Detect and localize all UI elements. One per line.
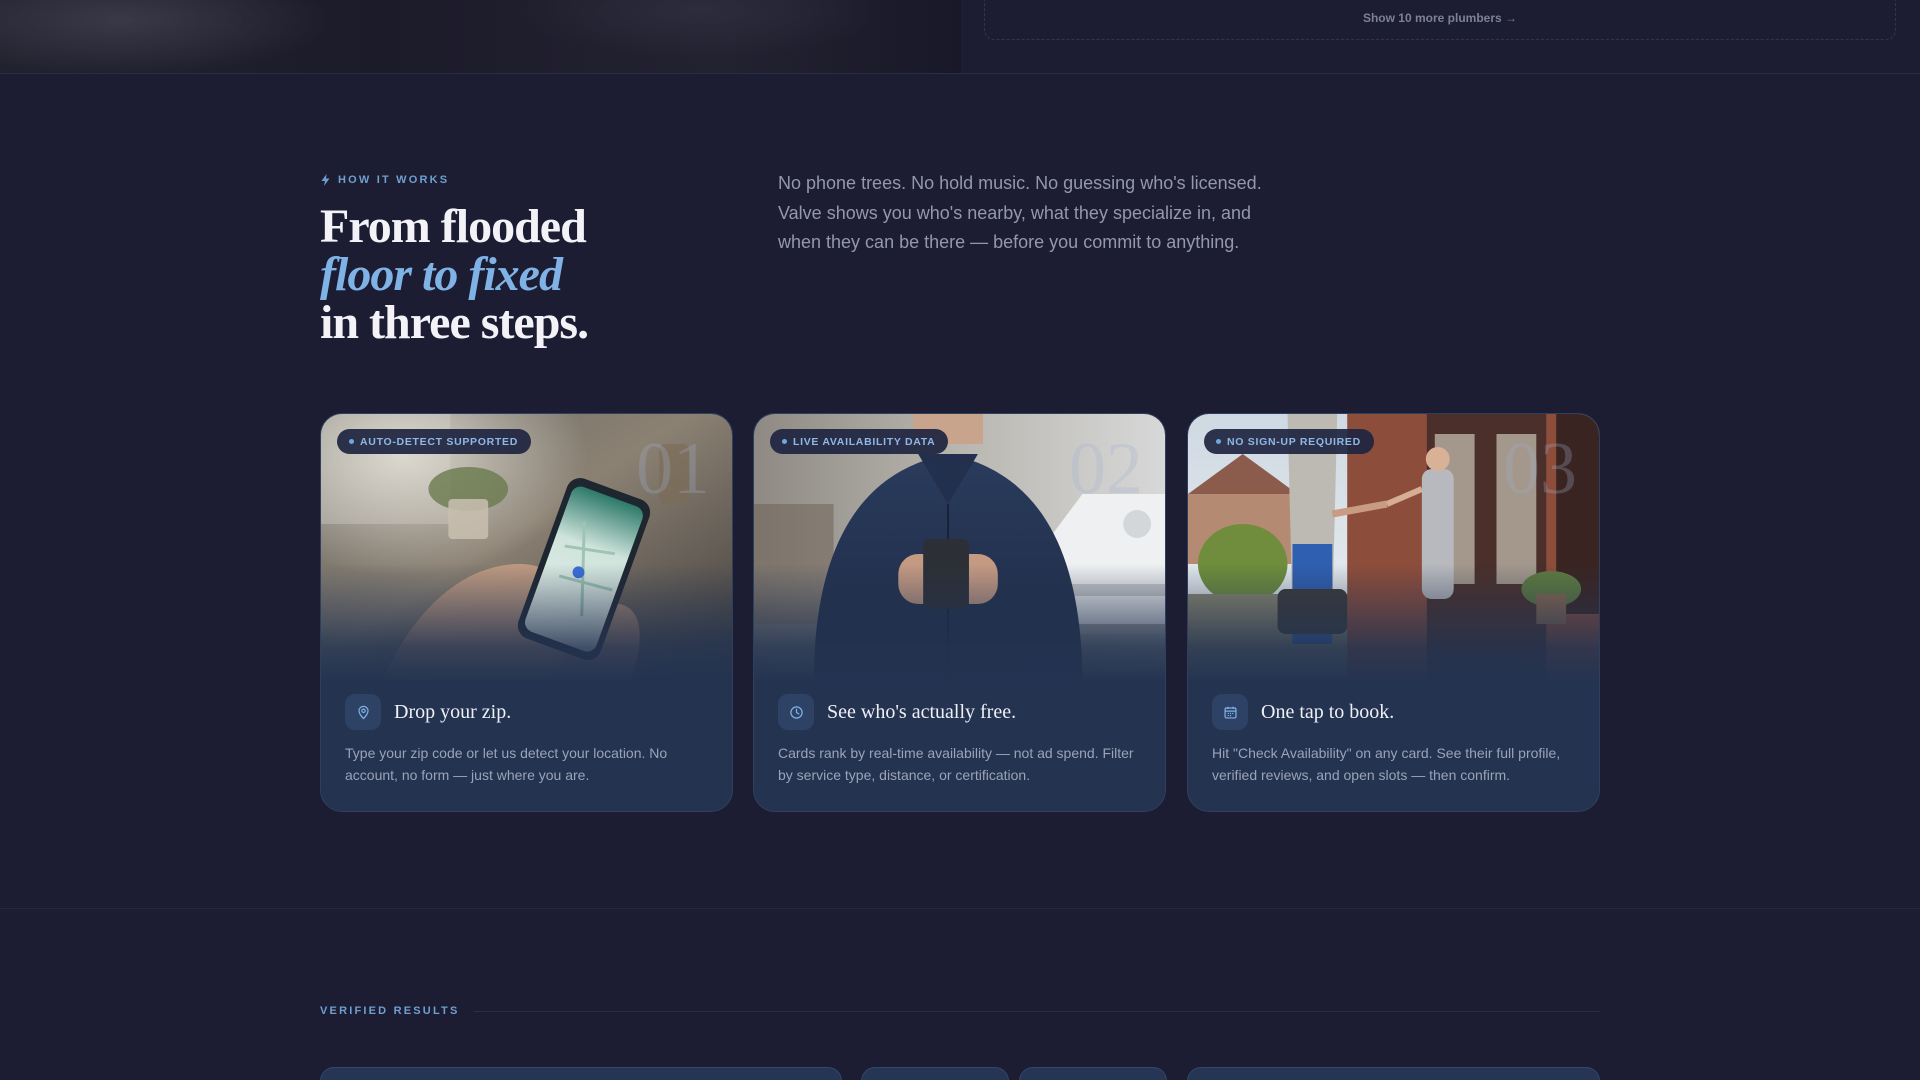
step-3-badge: NO SIGN-UP REQUIRED: [1204, 429, 1374, 454]
clock-icon: [778, 694, 814, 730]
result-card-peek-3: [1019, 1067, 1167, 1080]
verified-results-header: VERIFIED RESULTS: [320, 1005, 1600, 1017]
step-1-title: Drop your zip.: [394, 700, 512, 723]
headline-line-2: floor to fixed: [320, 248, 563, 301]
steps-cards: AUTO-DETECT SUPPORTED 01 Drop your zip. …: [320, 413, 1600, 812]
headline-line-1: From flooded: [320, 200, 587, 253]
map-pin-icon: [345, 694, 381, 730]
step-3-number: 03: [1503, 428, 1577, 510]
step-2-description: Cards rank by real-time availability — n…: [778, 745, 1134, 783]
result-card-peek-1: [320, 1067, 842, 1080]
step-1-number: 01: [636, 428, 710, 510]
badge-dot: [349, 439, 354, 444]
step-2-title: See who's actually free.: [827, 700, 1017, 723]
show-more-plumbers-link[interactable]: Show 10 more plumbers →: [1363, 11, 1517, 25]
step-card-2: . LIVE AVAILABILITY DATA 02 See who's ac…: [753, 413, 1166, 812]
step-2-badge: LIVE AVAILABILITY DATA: [770, 429, 949, 454]
step-1-badge: AUTO-DETECT SUPPORTED: [337, 429, 532, 454]
step-2-badge-label: LIVE AVAILABILITY DATA: [793, 435, 936, 448]
badge-dot: [782, 439, 787, 444]
result-card-peek-4: [1187, 1067, 1600, 1080]
step-2-number: 02: [1069, 428, 1143, 510]
eyebrow-label: HOW IT WORKS: [338, 174, 450, 186]
how-it-works-eyebrow: HOW IT WORKS: [320, 174, 449, 186]
hero-photo-fragment: [0, 0, 961, 73]
step-1-description: Type your zip code or let us detect your…: [345, 745, 668, 783]
step-3-title: One tap to book.: [1261, 700, 1395, 723]
previous-section-bottom: Show 10 more plumbers →: [0, 0, 1920, 74]
step-card-3: NO SIGN-UP REQUIRED 03 One tap to book. …: [1187, 413, 1600, 812]
headline-line-3: in three steps.: [320, 296, 589, 349]
show-more-container: Show 10 more plumbers →: [984, 0, 1896, 40]
step-3-title-row: One tap to book.: [1212, 694, 1394, 730]
verified-results-label: VERIFIED RESULTS: [320, 1005, 460, 1017]
verified-rule: [473, 1010, 1600, 1012]
lightning-icon: [321, 174, 330, 186]
badge-dot: [1216, 439, 1221, 444]
step-2-title-row: See who's actually free.: [778, 694, 1016, 730]
step-1-title-row: Drop your zip.: [345, 694, 511, 730]
section-intro: No phone trees. No hold music. No guessi…: [778, 173, 1262, 252]
section-headline: From flooded floor to fixed in three ste…: [320, 203, 740, 347]
step-1-badge-label: AUTO-DETECT SUPPORTED: [360, 435, 519, 448]
result-card-peek-2: [861, 1067, 1009, 1080]
calendar-icon: [1212, 694, 1248, 730]
step-card-1: AUTO-DETECT SUPPORTED 01 Drop your zip. …: [320, 413, 733, 812]
step-3-badge-label: NO SIGN-UP REQUIRED: [1227, 435, 1361, 448]
step-3-description: Hit "Check Availability" on any card. Se…: [1212, 745, 1561, 783]
section-divider: [0, 908, 1920, 909]
